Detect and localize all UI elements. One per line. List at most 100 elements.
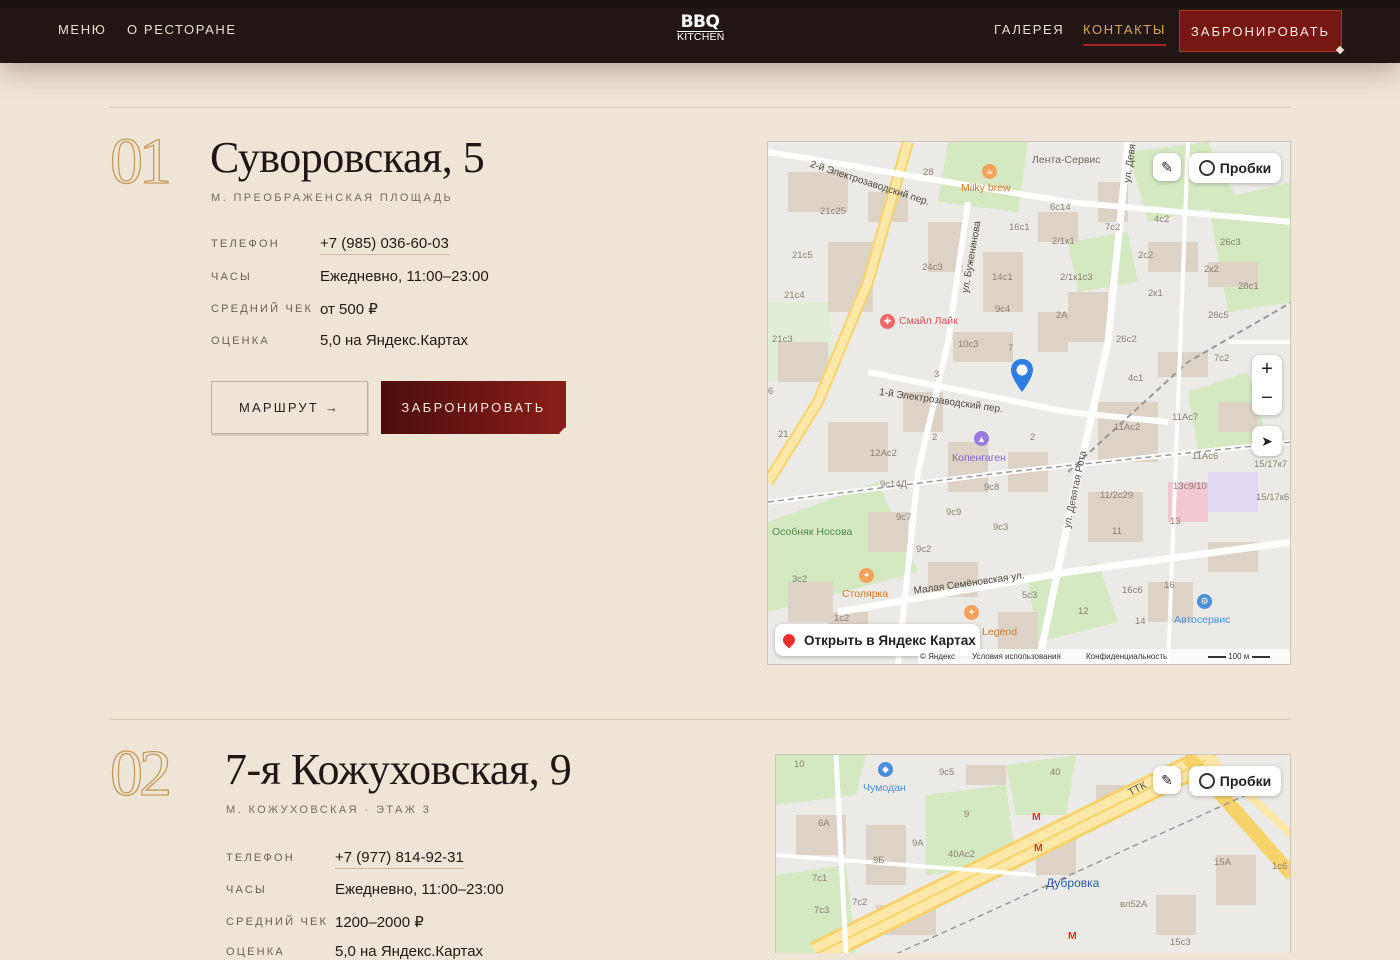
location-title: 7-я Кожуховская, 9 [225,745,572,794]
terms-link[interactable]: Условия использования [972,652,1061,661]
phone-link[interactable]: +7 (977) 814-92-31 [335,849,464,869]
map-house-number: 7с1 [812,873,828,884]
map-house-number: 7с2 [1105,222,1121,233]
reserve-button[interactable]: ЗАБРОНИРОВАТЬ [381,381,566,434]
open-in-yandex-label: Открыть в Яндекс Картах [804,632,976,648]
location-map[interactable]: 2-й Электрозаводский пер. ул. Буженинова… [767,141,1291,665]
zoom-in-icon[interactable]: + [1261,355,1273,385]
map-house-number: 1с2 [834,613,850,624]
map-house-number: 16 [1164,580,1175,591]
map-poi-label[interactable]: Особняк Носова [772,526,852,538]
header-top-strip [0,0,1400,8]
map-house-number: 5с3 [1022,590,1038,601]
map-poi-label[interactable]: Milky brew [961,182,1011,194]
map-poi-label[interactable]: Копенгаген [952,452,1006,464]
map-poi-label[interactable]: Смайл Лайк [899,315,958,327]
map-poi-label[interactable]: Лента-Сервис [1032,154,1101,166]
map-poi-label[interactable]: Автосервис [1174,614,1231,626]
map-poi-label[interactable]: Legend [982,626,1017,638]
location-map[interactable]: ◆ Чумодан М М Дубровка М ТТК 10 9с5 40 6… [775,754,1291,953]
map-house-number: 24с3 [922,262,943,273]
map-house-number: 9с5 [939,767,955,778]
zoom-control[interactable]: + − [1252,355,1282,415]
map-house-number: 1с6 [1272,861,1288,872]
traffic-icon [1198,160,1215,176]
hours-label: ЧАСЫ [211,271,252,283]
nav-menu[interactable]: МЕНЮ [58,22,106,37]
phone-label: ТЕЛЕФОН [211,238,280,250]
map-house-number: 11Ас6 [1192,451,1219,462]
restaurant-icon[interactable]: ✦ [859,568,874,583]
ruler-icon[interactable]: ✎ [1153,766,1181,794]
map-house-number: 21 [778,429,789,440]
map-house-number: 26с3 [1220,237,1241,248]
nav-about[interactable]: О РЕСТОРАНЕ [127,22,237,37]
map-house-number: 4с1 [1128,373,1144,384]
geolocation-icon[interactable]: ➤ [1252,426,1282,456]
map-house-number: 7с2 [852,897,868,908]
map-house-number: 15/17к7 [1254,459,1288,470]
map-house-number: 2/1к1с3 [1060,272,1093,283]
logo[interactable]: BBQ KITCHEN [677,14,725,43]
map-house-number: 9Б [873,855,885,866]
ruler-icon[interactable]: ✎ [1153,153,1181,181]
nav-gallery[interactable]: ГАЛЕРЕЯ [994,22,1064,37]
check-label: СРЕДНИЙ ЧЕК [226,916,329,928]
header-book-button[interactable]: ЗАБРОНИРОВАТЬ [1179,10,1342,52]
map-house-number: 21с3 [772,334,793,345]
rating-label: ОЦЕНКА [226,946,285,958]
map-house-number: 6А [818,818,830,829]
map-house-number: 7с3 [814,905,830,916]
map-house-number: 10 [794,759,805,770]
cafe-icon[interactable]: ☕ [982,164,997,179]
map-poi-label[interactable]: Дубровка [1046,876,1099,890]
traffic-button[interactable]: Пробки [1189,153,1281,183]
dentist-icon[interactable]: ✚ [880,314,895,329]
phone-link[interactable]: +7 (985) 036-60-03 [320,235,449,255]
hours-value: Ежедневно, 11:00–23:00 [335,881,504,898]
map-poi-label[interactable]: Чумодан [863,782,906,794]
check-value: 1200–2000 ₽ [335,914,424,931]
map-house-number: 21с5 [792,250,813,261]
logo-kitchen: KITCHEN [677,31,725,43]
map-poi-label[interactable]: Столярка [842,588,888,600]
map-house-number: 9с3 [993,522,1009,533]
map-house-number: вл52А [1120,899,1148,910]
map-house-number: 6с14 [1050,202,1071,213]
map-house-number: 21с25 [820,206,846,217]
map-pin-icon[interactable] [1010,358,1034,394]
map-house-number: 3с2 [792,574,808,585]
traffic-button[interactable]: Пробки [1189,766,1281,796]
restaurant-icon[interactable]: ✦ [964,605,979,620]
nav-contacts[interactable]: КОНТАКТЫ [1083,22,1166,46]
map-canvas [768,142,1290,664]
shop-icon[interactable]: ◆ [878,762,893,777]
traffic-icon [1198,773,1215,789]
map-house-number: 12Ас2 [870,448,897,459]
car-service-icon[interactable]: ⚙ [1197,594,1212,609]
zoom-out-icon[interactable]: − [1261,385,1273,415]
map-house-number: 40 [1050,767,1061,778]
route-button[interactable]: МАРШРУТ → [211,381,368,434]
map-house-number: 14с1 [992,272,1013,283]
map-house-number: 4с2 [1154,214,1170,225]
metro-icon[interactable]: М [1068,930,1077,942]
hotel-icon[interactable]: ▲ [974,431,989,446]
metro-icon[interactable]: М [1034,842,1043,854]
map-house-number: 16с1 [1009,222,1030,233]
rating-value: 5,0 на Яндекс.Картах [335,943,484,960]
map-house-number: 15с3 [1170,937,1191,948]
scale-label: 100 м [1228,652,1250,661]
hours-label: ЧАСЫ [226,884,267,896]
privacy-link[interactable]: Конфиденциальность [1086,652,1167,661]
map-house-number: 9с7 [896,512,912,523]
map-marker-icon [780,631,798,649]
map-house-number: 10с3 [958,339,979,350]
map-house-number: 11 [1112,526,1122,537]
map-house-number: 15А [1214,857,1231,868]
map-house-number: 28с1 [1238,281,1259,292]
map-house-number: 2к2 [1204,264,1219,275]
site-header: МЕНЮ О РЕСТОРАНЕ BBQ KITCHEN ГАЛЕРЕЯ КОН… [0,0,1400,63]
map-house-number: 26с2 [1116,334,1137,345]
metro-icon[interactable]: М [1032,811,1041,823]
